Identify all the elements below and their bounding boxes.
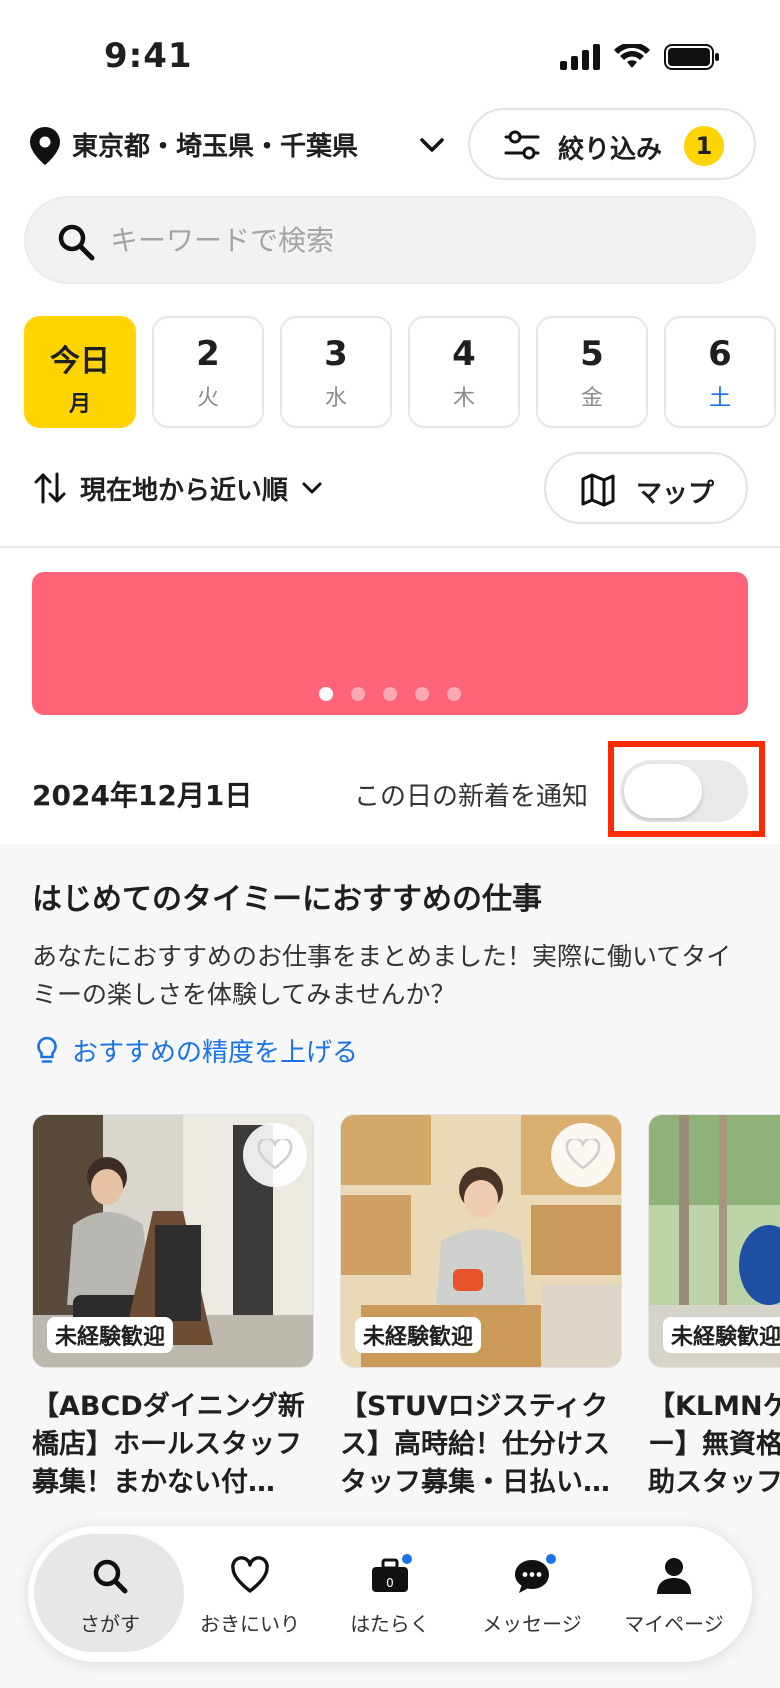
carousel-pagination: [32, 687, 748, 701]
date-chip[interactable]: 2 火: [152, 316, 264, 428]
cellular-signal-icon: [560, 44, 600, 70]
job-tag: 未経験歓迎: [355, 1317, 482, 1353]
job-title: 【STUVロジスティクス】高時給！仕分けスタッフ募集・日払い…: [340, 1391, 610, 1498]
favorite-button[interactable]: [243, 1123, 307, 1187]
notify-label: この日の新着を通知: [354, 782, 589, 812]
chevron-down-icon[interactable]: [418, 134, 446, 156]
date-chip-today[interactable]: 今日 月: [24, 316, 136, 428]
job-card[interactable]: 未経験歓迎 【STUVロジスティクス】高時給！仕分けスタッフ募集・日払い…: [340, 1114, 622, 1502]
status-icons: [560, 44, 720, 70]
date-weekday: 土: [708, 386, 731, 411]
tab-label: はたらく: [350, 1612, 430, 1636]
carousel-dot[interactable]: [447, 687, 461, 701]
tab-messages[interactable]: メッセージ: [460, 1526, 604, 1662]
bottom-tab-bar: さがす おきにいり 0 はたらく メッセージ マイページ: [28, 1526, 752, 1662]
filter-label: 絞り込み: [558, 135, 663, 165]
date-number: 今日: [50, 344, 110, 379]
job-photo: 未経験歓迎: [32, 1114, 314, 1368]
location-selector[interactable]: 東京都・埼玉県・千葉県: [72, 126, 387, 163]
map-button[interactable]: マップ: [544, 452, 748, 524]
tab-label: メッセージ: [482, 1612, 582, 1636]
date-number: 3: [324, 334, 348, 374]
filter-button[interactable]: 絞り込み 1: [468, 108, 756, 180]
carousel-dot[interactable]: [319, 687, 333, 701]
person-icon: [657, 1558, 691, 1594]
date-selector: 今日 月 2 火 3 水 4 木 5 金 6 土: [24, 316, 776, 428]
heart-icon: [231, 1556, 269, 1593]
tab-search[interactable]: さがす: [38, 1526, 182, 1662]
notification-dot: [400, 1552, 414, 1566]
date-chip[interactable]: 5 金: [536, 316, 648, 428]
promo-banner-carousel[interactable]: [32, 572, 748, 715]
sort-selector[interactable]: 現在地から近い順: [34, 468, 324, 508]
tab-mypage[interactable]: マイページ: [602, 1526, 746, 1662]
lightbulb-icon: [37, 1036, 57, 1063]
location-filter-row: 東京都・埼玉県・千葉県 絞り込み 1: [0, 108, 780, 180]
date-chip[interactable]: 3 水: [280, 316, 392, 428]
sort-arrows-icon: [34, 472, 66, 504]
search-icon: [58, 224, 95, 261]
carousel-dot[interactable]: [383, 687, 397, 701]
section-title: はじめてのタイミーにおすすめの仕事: [32, 882, 542, 917]
job-card[interactable]: 未経験歓迎 【KLMNケアセンター】無資格OK介護補助スタッフ: [648, 1114, 780, 1502]
battery-icon: [664, 44, 719, 70]
divider: [0, 546, 780, 548]
status-bar: 9:41: [0, 0, 780, 110]
job-title: 【ABCDダイニング新橋店】ホールスタッフ募集！まかない付…: [32, 1391, 305, 1498]
tab-label: マイページ: [624, 1612, 724, 1636]
carousel-dot[interactable]: [351, 687, 365, 701]
tab-work[interactable]: 0 はたらく: [318, 1526, 462, 1662]
chevron-down-icon: [302, 482, 322, 494]
improve-accuracy-label: おすすめの精度を上げる: [72, 1038, 359, 1068]
map-icon: [581, 473, 615, 507]
job-tag: 未経験歓迎: [663, 1317, 780, 1353]
section-description: あなたにおすすめのお仕事をまとめました！実際に働いてタイミーの楽しさを体験してみ…: [32, 942, 732, 1009]
job-card-list: 未経験歓迎 【ABCDダイニング新橋店】ホールスタッフ募集！まかない付… 未経験…: [32, 1114, 780, 1574]
tab-label: さがす: [80, 1612, 140, 1636]
favorite-button[interactable]: [551, 1123, 615, 1187]
improve-accuracy-link[interactable]: おすすめの精度を上げる: [36, 1032, 358, 1069]
carousel-dot[interactable]: [415, 687, 429, 701]
notification-dot: [544, 1552, 558, 1566]
job-tag: 未経験歓迎: [47, 1317, 174, 1353]
location-pin-icon: [30, 127, 60, 165]
job-photo: 未経験歓迎: [648, 1114, 780, 1368]
heart-icon: [565, 1139, 601, 1170]
status-time: 9:41: [104, 36, 193, 76]
date-number: 4: [452, 334, 476, 374]
sort-label: 現在地から近い順: [80, 475, 289, 506]
filter-count-badge: 1: [684, 126, 724, 166]
search-input[interactable]: [110, 216, 710, 264]
wifi-icon: [614, 44, 650, 68]
date-number: 2: [196, 334, 220, 374]
job-photo: 未経験歓迎: [340, 1114, 622, 1368]
job-card[interactable]: 未経験歓迎 【ABCDダイニング新橋店】ホールスタッフ募集！まかない付…: [32, 1114, 314, 1502]
search-bar: [24, 196, 756, 284]
svg-text:0: 0: [386, 1576, 394, 1590]
date-chip[interactable]: 4 木: [408, 316, 520, 428]
date-weekday: 木: [452, 386, 475, 411]
date-weekday: 水: [324, 386, 347, 411]
filter-sliders-icon: [504, 130, 540, 160]
tab-favorites[interactable]: おきにいり: [178, 1526, 322, 1662]
tab-label: おきにいり: [200, 1612, 300, 1636]
date-weekday: 金: [580, 386, 603, 411]
selected-date-heading: 2024年12月1日: [32, 779, 253, 812]
search-icon: [93, 1559, 128, 1594]
map-label: マップ: [636, 479, 715, 509]
notify-toggle[interactable]: [620, 760, 748, 822]
job-title: 【KLMNケアセンター】無資格OK介護補助スタッフ: [648, 1391, 780, 1498]
date-number: 6: [708, 334, 732, 374]
toggle-knob: [624, 764, 702, 818]
date-number: 5: [580, 334, 604, 374]
date-chip[interactable]: 6 土: [664, 316, 776, 428]
heart-icon: [257, 1139, 293, 1170]
date-weekday: 月: [68, 392, 91, 417]
date-weekday: 火: [196, 386, 219, 411]
